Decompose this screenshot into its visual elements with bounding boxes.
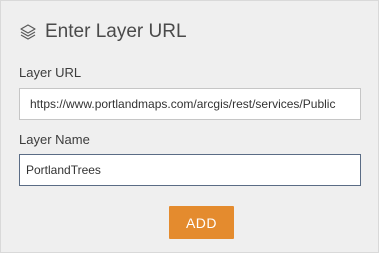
layer-url-input[interactable] xyxy=(19,88,361,120)
layer-name-label: Layer Name xyxy=(19,132,90,147)
enter-layer-url-panel: Enter Layer URL Layer URL Layer Name ADD xyxy=(0,0,379,253)
layers-icon xyxy=(19,23,37,41)
layer-name-input[interactable] xyxy=(19,154,361,186)
panel-title: Enter Layer URL xyxy=(45,21,187,42)
layer-url-label: Layer URL xyxy=(19,65,82,80)
panel-header: Enter Layer URL xyxy=(19,19,187,45)
add-button[interactable]: ADD xyxy=(169,206,234,239)
